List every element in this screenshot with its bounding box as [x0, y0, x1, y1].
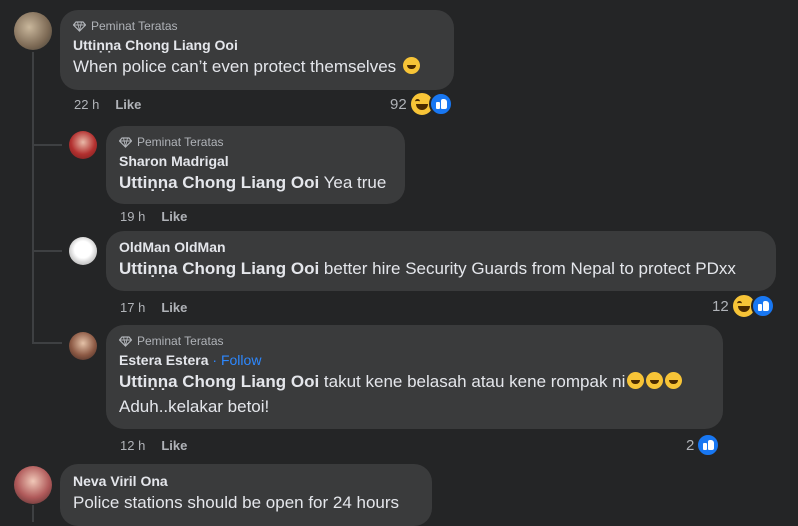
like-button[interactable]: Like [161, 438, 187, 453]
thread-line [32, 52, 34, 344]
comment-time[interactable]: 19 h [120, 209, 145, 224]
comment-author[interactable]: OldMan OldMan [119, 239, 764, 255]
comment-time[interactable]: 22 h [74, 97, 99, 112]
thread-line-branch [32, 250, 62, 252]
comment-text: Yea true [319, 173, 387, 192]
reaction-summary[interactable]: 2 [686, 433, 721, 457]
diamond-icon [119, 136, 132, 148]
badge-label: Peminat Teratas [137, 334, 224, 348]
comment-meta: 22 h Like [74, 97, 141, 112]
reaction-count: 12 [712, 297, 729, 315]
like-button[interactable]: Like [161, 300, 187, 315]
comment-text: When police can’t even protect themselve… [73, 57, 397, 76]
avatar[interactable] [69, 332, 97, 360]
comment-meta: 12 h Like [120, 438, 187, 453]
comment-bubble: Peminat Teratas Estera Estera · Follow U… [106, 325, 723, 429]
thread-line [32, 505, 34, 522]
thread-line-branch [32, 342, 62, 344]
top-fan-badge: Peminat Teratas [73, 18, 442, 34]
diamond-icon [73, 20, 86, 32]
avatar[interactable] [69, 131, 97, 159]
follow-button[interactable]: Follow [221, 352, 261, 368]
comment-author[interactable]: Estera Estera [119, 352, 209, 368]
comment-bubble: OldMan OldMan Uttiṇṇa Chong Liang Ooi be… [106, 231, 776, 291]
comment-author[interactable]: Neva Viril Ona [73, 473, 420, 489]
comment-bubble: Peminat Teratas Sharon Madrigal Uttiṇṇa … [106, 126, 405, 204]
reaction-count: 92 [390, 95, 407, 113]
reaction-count: 2 [686, 436, 695, 454]
badge-label: Peminat Teratas [137, 135, 224, 149]
avatar[interactable] [14, 466, 52, 504]
comment-bubble: Neva Viril Ona Police stations should be… [60, 464, 432, 526]
like-reaction-icon [428, 92, 453, 116]
like-reaction-icon [750, 294, 775, 318]
comment-meta: 17 h Like [120, 300, 187, 315]
comment-time[interactable]: 12 h [120, 438, 145, 453]
mention-link[interactable]: Uttiṇṇa Chong Liang Ooi [119, 259, 319, 278]
rofl-emoji-icon [627, 372, 645, 389]
comment-author[interactable]: Sharon Madrigal [119, 153, 393, 169]
mention-link[interactable]: Uttiṇṇa Chong Liang Ooi [119, 372, 319, 391]
reaction-summary[interactable]: 92 [390, 91, 453, 117]
avatar[interactable] [14, 12, 52, 50]
comment-bubble: Peminat Teratas Uttiṇṇa Chong Liang Ooi … [60, 10, 454, 90]
rofl-emoji-icon [402, 57, 420, 74]
comment-author[interactable]: Uttiṇṇa Chong Liang Ooi [73, 37, 442, 53]
diamond-icon [119, 335, 132, 347]
rofl-emoji-icon [665, 372, 683, 389]
like-button[interactable]: Like [115, 97, 141, 112]
avatar[interactable] [69, 237, 97, 265]
like-reaction-icon [696, 433, 721, 457]
comment-text: takut kene belasah atau kene rompak ni [319, 372, 626, 391]
like-button[interactable]: Like [161, 209, 187, 224]
top-fan-badge: Peminat Teratas [119, 333, 711, 349]
rofl-emoji-icon [646, 372, 664, 389]
mention-link[interactable]: Uttiṇṇa Chong Liang Ooi [119, 173, 319, 192]
badge-label: Peminat Teratas [91, 19, 178, 33]
comment-meta: 19 h Like [120, 209, 187, 224]
comment-text-line2: Aduh..kelakar betoi! [119, 397, 270, 416]
thread-line-branch [32, 144, 62, 146]
top-fan-badge: Peminat Teratas [119, 134, 393, 150]
reaction-summary[interactable]: 12 [712, 293, 775, 319]
comment-text: better hire Security Guards from Nepal t… [319, 259, 736, 278]
comment-time[interactable]: 17 h [120, 300, 145, 315]
comment-text: Police stations should be open for 24 ho… [73, 493, 400, 512]
